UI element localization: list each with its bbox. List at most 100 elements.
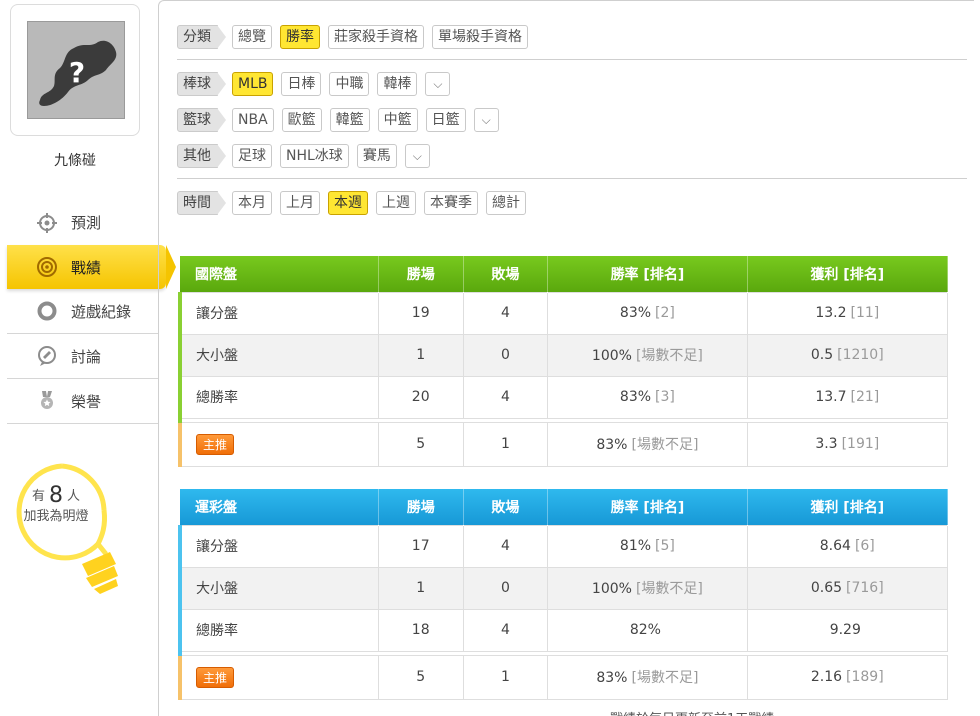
- losses: 4: [462, 524, 549, 568]
- league-soccer[interactable]: 足球: [232, 144, 272, 168]
- chat-icon: [35, 344, 59, 368]
- col-winrate: 勝率 [排名]: [547, 256, 748, 292]
- col-profit: 獲利 [排名]: [747, 489, 949, 525]
- losses: 4: [462, 375, 549, 419]
- wins: 17: [377, 524, 464, 568]
- time-this-season[interactable]: 本賽季: [424, 191, 478, 215]
- divider: [177, 178, 967, 179]
- league-kbo[interactable]: 韓棒: [377, 72, 418, 96]
- time-this-month[interactable]: 本月: [232, 191, 272, 215]
- winrate-cell: 83% [2]: [547, 291, 748, 335]
- medal-icon: [35, 389, 59, 413]
- profit-rank: [191]: [841, 436, 880, 452]
- winrate-cell: 100% [場數不足]: [547, 333, 748, 377]
- time-label: 時間: [177, 191, 226, 215]
- winrate: 100%: [591, 581, 632, 597]
- update-note: 戰績於每日更新至前1天戰績: [610, 708, 774, 716]
- sidebar-nav: 預測 戰績 遊戲紀錄 討論 榮譽: [7, 200, 176, 424]
- page-root: ? 九條碰 預測 戰績 遊戲紀錄 討論 榮譽 有 8 人 加我為明燈 分類 總覽…: [0, 0, 980, 716]
- featured-pick-row: 主推 5 1 83% [場數不足] 3.3 [191]: [177, 421, 949, 467]
- row-label: 讓分盤: [177, 524, 379, 568]
- category-overview[interactable]: 總覽: [232, 25, 272, 49]
- table-row: 讓分盤 17 4 81% [5] 8.64 [6]: [177, 524, 949, 568]
- profit-rank: [21]: [850, 389, 880, 405]
- league-kbl[interactable]: 韓籃: [329, 108, 370, 132]
- nav-item-predict[interactable]: 預測: [7, 200, 158, 245]
- record-panel: 分類 總覽 勝率 莊家殺手資格 單場殺手資格 棒球 MLB 日棒 中職 韓棒 ⌵…: [158, 0, 974, 716]
- winrate-cell: 83% [場數不足]: [547, 421, 748, 467]
- featured-pick-badge: 主推: [196, 433, 234, 455]
- lightbulb-icon: [16, 463, 118, 594]
- time-last-month[interactable]: 上月: [280, 191, 320, 215]
- league-sbl[interactable]: 中籃: [377, 108, 418, 132]
- profit-cell: 9.29: [746, 608, 949, 652]
- profit-rank: [716]: [846, 580, 884, 596]
- category-bookie-killer[interactable]: 莊家殺手資格: [328, 25, 424, 49]
- profit-cell: 0.5 [1210]: [746, 333, 949, 377]
- league-nhl[interactable]: NHL冰球: [280, 144, 349, 168]
- chevron-down-icon[interactable]: ⌵: [473, 108, 499, 132]
- losses: 4: [462, 608, 549, 652]
- time-total[interactable]: 總計: [486, 191, 526, 215]
- losses: 4: [462, 291, 549, 335]
- profit: 8.64: [819, 538, 851, 554]
- wins: 5: [377, 421, 464, 467]
- nav-label: 遊戲紀錄: [71, 302, 132, 321]
- col-losses: 敗場: [463, 489, 549, 525]
- nav-label: 討論: [71, 347, 102, 366]
- league-mlb[interactable]: MLB: [232, 72, 274, 96]
- other-filter: 其他 足球 NHL冰球 賽馬 ⌵: [177, 143, 438, 169]
- nav-item-game-log[interactable]: 遊戲紀錄: [7, 289, 158, 334]
- row-label: 大小盤: [177, 566, 379, 610]
- wins: 18: [377, 608, 464, 652]
- basketball-label: 籃球: [177, 108, 226, 132]
- beacon-caption: 加我為明燈: [23, 509, 89, 524]
- league-nba[interactable]: NBA: [232, 108, 274, 132]
- league-bleague[interactable]: 日籃: [425, 108, 466, 132]
- category-winrate[interactable]: 勝率: [280, 25, 320, 49]
- winrate-rank: [場數不足]: [635, 348, 703, 364]
- time-this-week[interactable]: 本週: [328, 191, 368, 215]
- col-market: 國際盤: [180, 256, 379, 292]
- featured-pick-badge: 主推: [196, 666, 234, 688]
- profit: 9.29: [829, 622, 861, 638]
- time-last-week[interactable]: 上週: [376, 191, 416, 215]
- league-euro[interactable]: 歐籃: [281, 108, 322, 132]
- chevron-down-icon[interactable]: ⌵: [404, 144, 430, 168]
- wins: 1: [377, 566, 464, 610]
- wins: 19: [377, 291, 464, 335]
- pick-label-cell: 主推: [177, 421, 379, 467]
- winrate: 100%: [591, 348, 632, 364]
- col-wins: 勝場: [378, 489, 464, 525]
- profit-cell: 2.16 [189]: [746, 654, 949, 700]
- beacon-widget[interactable]: 有8人 加我為明燈: [6, 460, 126, 600]
- winrate: 83%: [619, 305, 652, 321]
- avatar[interactable]: ?: [27, 21, 125, 119]
- winrate: 81%: [619, 538, 652, 554]
- wins: 20: [377, 375, 464, 419]
- beacon-prefix: 有: [31, 489, 45, 504]
- chevron-down-icon[interactable]: ⌵: [425, 72, 451, 96]
- table-row: 大小盤 1 0 100% [場數不足] 0.5 [1210]: [177, 333, 949, 377]
- league-cpbl[interactable]: 中職: [329, 72, 370, 96]
- winrate-rank: [3]: [655, 389, 675, 405]
- row-label: 大小盤: [177, 333, 379, 377]
- profit-rank: [6]: [854, 538, 875, 554]
- profit-rank: [1210]: [837, 347, 884, 363]
- user-name: 九條碰: [54, 153, 96, 169]
- league-npb[interactable]: 日棒: [281, 72, 322, 96]
- losses: 0: [462, 566, 549, 610]
- target-icon: [35, 255, 59, 279]
- intl-record-table: 國際盤 勝場 敗場 勝率 [排名] 獲利 [排名] 讓分盤 19 4 83% [2…: [177, 256, 949, 467]
- winrate: 82%: [629, 622, 661, 638]
- nav-item-discussion[interactable]: 討論: [7, 334, 158, 379]
- nav-item-record[interactable]: 戰績: [7, 245, 176, 289]
- wins: 1: [377, 333, 464, 377]
- winrate-rank: [場數不足]: [631, 437, 699, 453]
- league-horse[interactable]: 賽馬: [356, 144, 397, 168]
- winrate-rank: [2]: [655, 305, 675, 321]
- profit: 0.65: [810, 580, 843, 596]
- category-single-killer[interactable]: 單場殺手資格: [432, 25, 528, 49]
- nav-item-honor[interactable]: 榮譽: [7, 379, 158, 424]
- winrate-cell: 82%: [547, 608, 748, 652]
